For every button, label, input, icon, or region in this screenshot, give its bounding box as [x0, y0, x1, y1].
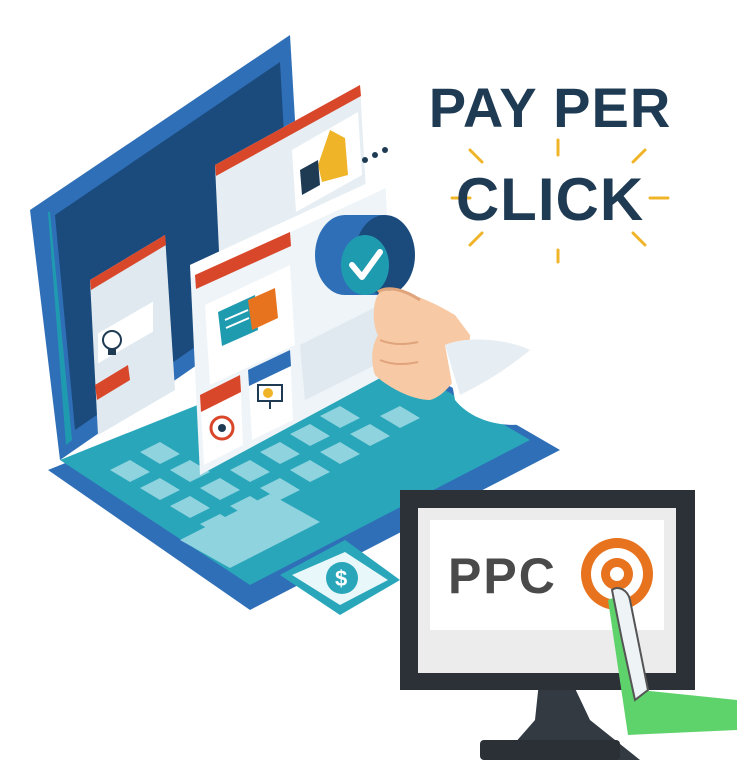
ppc-monitor — [400, 490, 737, 760]
headline-line2: CLICK — [455, 166, 645, 233]
headline-line1: PAY PER — [428, 76, 672, 139]
ppc-illustration: $ PAY PER CLICK PPC — [0, 0, 737, 773]
monitor-ppc-label: PPC — [448, 548, 557, 604]
svg-text:$: $ — [335, 566, 347, 591]
target-icon — [209, 415, 235, 441]
